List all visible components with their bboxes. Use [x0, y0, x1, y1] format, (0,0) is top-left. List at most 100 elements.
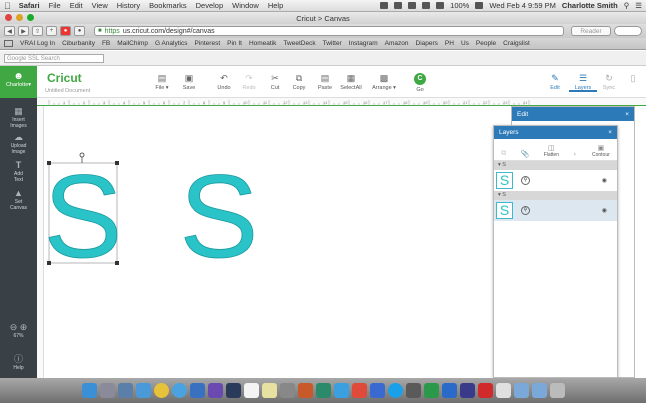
- arrange-button[interactable]: ▩ Arrange ▾: [369, 74, 399, 92]
- folder-icon[interactable]: [531, 383, 547, 398]
- layer-row-selected[interactable]: S ⚲ ◉: [494, 200, 617, 221]
- menu-help[interactable]: Help: [268, 1, 283, 10]
- finder-icon[interactable]: [81, 383, 97, 398]
- bookmark-item[interactable]: Ciburbanity: [62, 40, 95, 47]
- wifi-icon[interactable]: [422, 2, 431, 9]
- menu-safari[interactable]: Safari: [19, 1, 40, 10]
- menu-bookmarks[interactable]: Bookmarks: [149, 1, 187, 10]
- bookmark-item[interactable]: Us: [461, 40, 469, 47]
- menu-edit[interactable]: Edit: [70, 1, 83, 10]
- cricut-logo[interactable]: Cricut: [47, 71, 82, 85]
- app-icon[interactable]: [261, 383, 277, 398]
- app-icon[interactable]: [405, 383, 421, 398]
- app-icon[interactable]: [459, 383, 475, 398]
- address-bar[interactable]: ■ https us.cricut.com/design#/canvas: [94, 26, 564, 36]
- visibility-eye-icon[interactable]: ◉: [602, 207, 607, 214]
- attach-button[interactable]: 📎: [521, 150, 530, 158]
- app-icon[interactable]: [135, 383, 151, 398]
- bookmark-item[interactable]: Homeatik: [249, 40, 276, 47]
- bluetooth-icon[interactable]: [408, 2, 417, 9]
- app-icon[interactable]: [117, 383, 133, 398]
- bookmark-item[interactable]: Diapers: [416, 40, 438, 47]
- layer-group-header[interactable]: ▾ S: [494, 191, 617, 200]
- back-button[interactable]: ◀: [4, 26, 15, 36]
- letter-s-selected[interactable]: S: [43, 151, 123, 284]
- chrome-icon[interactable]: [153, 383, 169, 398]
- clock[interactable]: Wed Feb 4 9:59 PM: [489, 1, 556, 10]
- account-button[interactable]: ☻ Charlotte▾: [0, 66, 37, 98]
- layer-row[interactable]: S ⚲ ◉: [494, 170, 617, 191]
- app-icon[interactable]: [351, 383, 367, 398]
- bookmark-item[interactable]: Pin It: [227, 40, 242, 47]
- bookmark-item[interactable]: Instagram: [349, 40, 378, 47]
- layer-group-header[interactable]: ▾ S: [494, 161, 617, 170]
- bookmark-item[interactable]: Amazon: [385, 40, 409, 47]
- app-icon[interactable]: [333, 383, 349, 398]
- app-icon[interactable]: [369, 383, 385, 398]
- zoom-in-icon[interactable]: ⊕: [20, 322, 28, 332]
- battery-icon[interactable]: [475, 2, 484, 9]
- set-canvas-button[interactable]: ▲ Set Canvas: [0, 188, 37, 211]
- folder-icon[interactable]: [513, 383, 529, 398]
- pinterest-icon[interactable]: ●: [74, 26, 85, 36]
- add-bookmark-button[interactable]: +: [46, 26, 57, 36]
- forward-button[interactable]: ▶: [18, 26, 29, 36]
- save-button[interactable]: ▣ Save: [174, 74, 204, 92]
- close-window-button[interactable]: [5, 14, 12, 21]
- contour-button[interactable]: ▣ Contour: [592, 144, 610, 158]
- top-sites-icon[interactable]: [4, 40, 13, 47]
- trash-icon[interactable]: [549, 383, 565, 398]
- cut-type-icon[interactable]: ⚲: [521, 206, 530, 215]
- go-button[interactable]: C: [414, 73, 426, 85]
- status-icon[interactable]: [394, 2, 403, 9]
- close-icon[interactable]: ×: [608, 129, 612, 136]
- bookmark-item[interactable]: PH: [445, 40, 454, 47]
- acrobat-icon[interactable]: [477, 383, 493, 398]
- app-icon[interactable]: [315, 383, 331, 398]
- safari-icon[interactable]: [171, 383, 187, 398]
- google-search-input[interactable]: Google SSL Search: [4, 54, 104, 63]
- reader-button[interactable]: Reader: [571, 26, 611, 36]
- bookmark-item[interactable]: FB: [102, 40, 110, 47]
- app-icon[interactable]: [495, 383, 511, 398]
- close-icon[interactable]: ×: [625, 111, 629, 118]
- notification-icon[interactable]: ☰: [635, 1, 642, 10]
- bookmark-item[interactable]: VRAI Log In: [20, 40, 55, 47]
- group-button[interactable]: ⧉: [501, 150, 506, 158]
- bookmark-item[interactable]: People: [476, 40, 496, 47]
- share-button[interactable]: ⇧: [32, 26, 43, 36]
- menu-develop[interactable]: Develop: [196, 1, 224, 10]
- cut-type-icon[interactable]: ⚲: [521, 176, 530, 185]
- flatten-button[interactable]: ◫ Flatten: [544, 144, 559, 158]
- layers-tab[interactable]: ☰ Layers: [569, 74, 597, 92]
- apple-icon[interactable]: : [4, 1, 11, 11]
- bookmark-item[interactable]: Craigslist: [503, 40, 530, 47]
- insert-images-button[interactable]: ▦ Insert Images: [0, 106, 37, 129]
- minimize-window-button[interactable]: [16, 14, 23, 21]
- launchpad-icon[interactable]: [99, 383, 115, 398]
- status-icon[interactable]: [380, 2, 389, 9]
- spotlight-icon[interactable]: ⚲: [624, 1, 630, 10]
- app-icon[interactable]: [279, 383, 295, 398]
- document-name[interactable]: Untitled Document: [45, 88, 90, 94]
- user-name[interactable]: Charlotte Smith: [562, 1, 618, 10]
- app-icon[interactable]: [189, 383, 205, 398]
- menu-window[interactable]: Window: [232, 1, 259, 10]
- excel-icon[interactable]: [423, 383, 439, 398]
- help-button[interactable]: ⓘ Help: [0, 354, 37, 371]
- slice-button[interactable]: ◐: [573, 151, 577, 158]
- app-icon[interactable]: [297, 383, 313, 398]
- upload-image-button[interactable]: ☁ Upload Image: [0, 132, 37, 155]
- more-tab[interactable]: ▯: [619, 74, 646, 85]
- zoom-window-button[interactable]: [27, 14, 34, 21]
- file-menu-button[interactable]: ▤ File ▾: [147, 74, 177, 92]
- bookmark-item[interactable]: TweetDeck: [283, 40, 315, 47]
- app-icon[interactable]: [225, 383, 241, 398]
- skype-icon[interactable]: [387, 383, 403, 398]
- letter-s[interactable]: S: [179, 151, 259, 284]
- edit-tab[interactable]: ✎ Edit: [541, 74, 569, 92]
- menu-file[interactable]: File: [49, 1, 61, 10]
- bookmark-item[interactable]: Twitter: [323, 40, 342, 47]
- volume-icon[interactable]: [436, 2, 445, 9]
- word-icon[interactable]: [441, 383, 457, 398]
